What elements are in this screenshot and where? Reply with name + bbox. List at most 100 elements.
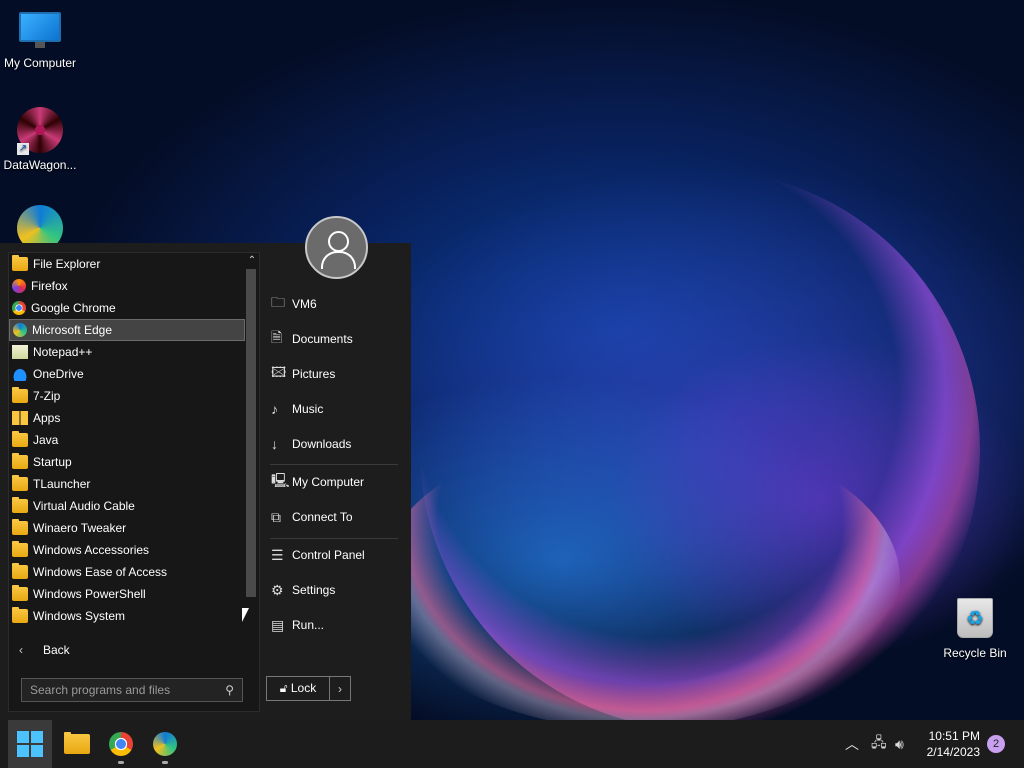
places-label: Connect To: [292, 510, 353, 524]
run-icon: ▤: [271, 616, 285, 633]
programs-pane: File Explorer Firefox Google Chrome Microso…: [8, 252, 260, 712]
program-item[interactable]: Windows System: [9, 605, 245, 627]
taskbar-edge[interactable]: [143, 720, 187, 768]
running-indicator: [162, 761, 168, 764]
wallpaper-swirl-glow: [380, 430, 900, 730]
places-item[interactable]: ♪ Music: [266, 394, 406, 424]
taskbar-chrome[interactable]: [99, 720, 143, 768]
start-button[interactable]: [8, 720, 52, 768]
settings-icon: ⚙︎: [271, 581, 284, 598]
folder-icon: [12, 563, 28, 579]
show-hidden-icons-button[interactable]: ︿: [845, 720, 859, 768]
picture-icon: 🖾︎: [271, 364, 287, 380]
monitor-icon: [19, 12, 61, 48]
program-label: Winaero Tweaker: [33, 521, 127, 535]
taskbar: ︿ 🖧︎ 🔊︎ 10:51 PM 2/14/2023: [0, 720, 1024, 768]
scrollbar-thumb[interactable]: [246, 269, 256, 597]
folder-icon: [12, 431, 28, 447]
edge-icon: [13, 323, 27, 337]
program-item[interactable]: File Explorer: [9, 253, 245, 275]
places-item[interactable]: 🖾︎ Pictures: [266, 359, 406, 389]
program-item[interactable]: TLauncher: [9, 473, 245, 495]
places-label: VM6: [292, 297, 317, 311]
places-item[interactable]: ↓ Downloads: [266, 429, 406, 459]
places-label: Settings: [292, 583, 336, 597]
program-item[interactable]: Winaero Tweaker: [9, 517, 245, 539]
lock-button[interactable]: 🔓︎ Lock: [267, 677, 330, 700]
program-label: Java: [33, 433, 59, 447]
chevron-up-icon: ︿: [845, 736, 859, 752]
folder-icon: [12, 453, 28, 469]
places-item[interactable]: ⧉ Connect To: [266, 502, 406, 532]
taskbar-file-explorer[interactable]: [55, 720, 99, 768]
places-label: Run...: [292, 618, 325, 632]
places-label: Music: [292, 402, 324, 416]
desktop-icon-recycle-bin[interactable]: ♻ Recycle Bin: [935, 598, 1015, 660]
program-label: OneDrive: [33, 367, 84, 381]
places-item[interactable]: ☰ Control Panel: [266, 540, 406, 570]
connect-icon: ⧉: [271, 508, 281, 525]
places-item[interactable]: 🖳︎ My Computer: [266, 467, 406, 497]
music-icon: ♪: [271, 401, 278, 417]
shortcut-arrow-icon: ↗: [17, 143, 29, 155]
clock[interactable]: 10:51 PM 2/14/2023: [918, 728, 980, 760]
program-item[interactable]: Virtual Audio Cable: [9, 495, 245, 517]
mouse-cursor: [242, 608, 249, 622]
program-label: Windows System: [33, 609, 126, 623]
notepad-icon: [12, 345, 28, 359]
chevron-left-icon: ‹: [19, 643, 23, 657]
places-label: My Computer: [292, 475, 365, 489]
program-item[interactable]: Windows Accessories: [9, 539, 245, 561]
places-item[interactable]: ▤ Run...: [266, 610, 406, 640]
volume-icon[interactable]: 🔊︎: [895, 720, 904, 768]
firefox-icon: [12, 279, 26, 293]
places-label: Pictures: [292, 367, 336, 381]
places-item[interactable]: 🗀︎ VM6: [266, 289, 406, 319]
folder-icon: [12, 607, 28, 623]
programs-scrollbar[interactable]: ⌃: [244, 253, 260, 628]
control-panel-icon: ☰: [271, 546, 284, 563]
search-placeholder: Search programs and files: [30, 683, 171, 697]
program-label: Virtual Audio Cable: [33, 499, 135, 513]
program-item[interactable]: Notepad++: [9, 341, 245, 363]
download-icon: ↓: [271, 436, 278, 452]
notification-badge[interactable]: 2: [987, 735, 1005, 753]
program-item[interactable]: Google Chrome: [9, 297, 245, 319]
separator: [270, 538, 398, 539]
places-item[interactable]: 🗎︎ Documents: [266, 324, 406, 354]
power-options-arrow[interactable]: ›: [330, 682, 350, 696]
program-label: Startup: [33, 455, 72, 469]
scroll-up-icon[interactable]: ⌃: [246, 255, 258, 267]
desktop-icon-datawagon[interactable]: ↗ DataWagon...: [0, 103, 80, 172]
program-item[interactable]: Apps: [9, 407, 245, 429]
network-icon[interactable]: 🖧︎: [871, 720, 887, 768]
program-item[interactable]: 7-Zip: [9, 385, 245, 407]
folder-icon: [12, 519, 28, 535]
program-label: Microsoft Edge: [32, 323, 113, 337]
folder-icon: [12, 585, 28, 601]
program-item[interactable]: OneDrive: [9, 363, 245, 385]
folder-icon: [12, 541, 28, 557]
program-item[interactable]: Windows Ease of Access: [9, 561, 245, 583]
desktop-icon-label: Recycle Bin: [943, 646, 1007, 660]
program-item[interactable]: Startup: [9, 451, 245, 473]
programs-list: File Explorer Firefox Google Chrome Microso…: [9, 253, 245, 627]
lock-button-group: 🔓︎ Lock ›: [266, 676, 351, 701]
back-button[interactable]: ‹ Back: [9, 639, 245, 661]
search-input[interactable]: Search programs and files ⚲: [21, 678, 243, 702]
places-item[interactable]: ⚙︎ Settings: [266, 575, 406, 605]
user-avatar[interactable]: [305, 216, 368, 279]
program-item[interactable]: Java: [9, 429, 245, 451]
recycle-bin-icon: ♻: [957, 598, 993, 638]
program-label: Windows Accessories: [33, 543, 150, 557]
program-item[interactable]: Microsoft Edge: [9, 319, 245, 341]
desktop-icon-label: My Computer: [3, 56, 77, 70]
program-item[interactable]: Firefox: [9, 275, 245, 297]
desktop-icon-my-computer[interactable]: My Computer: [0, 0, 80, 70]
program-label: Notepad++: [33, 345, 93, 359]
clock-time: 10:51 PM: [928, 729, 980, 743]
user-folder-icon: 🗀︎: [271, 294, 285, 310]
program-item[interactable]: Windows PowerShell: [9, 583, 245, 605]
search-icon: ⚲: [225, 683, 234, 697]
program-label: File Explorer: [33, 257, 101, 271]
